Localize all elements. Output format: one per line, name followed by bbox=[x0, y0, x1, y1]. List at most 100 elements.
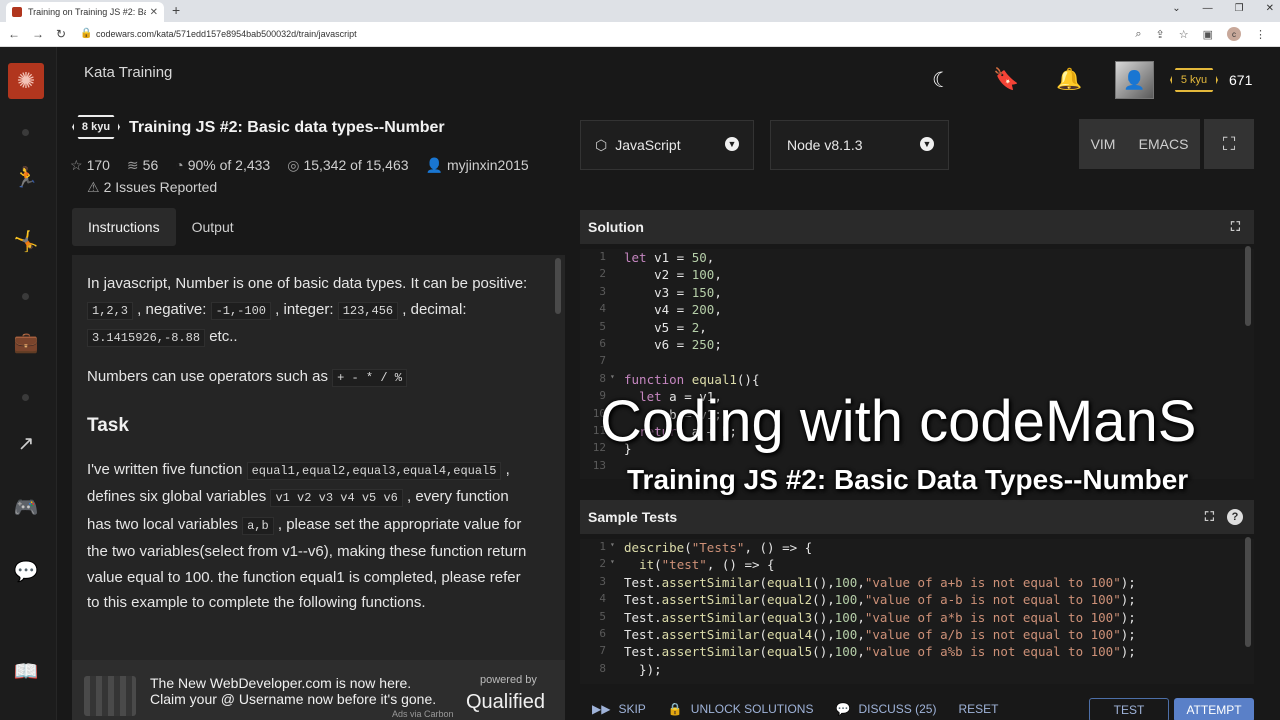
back-icon[interactable]: ← bbox=[8, 27, 20, 41]
discuss-button[interactable]: 💬 DISCUSS (25) bbox=[835, 702, 936, 716]
solution-scrollbar[interactable] bbox=[1245, 246, 1251, 326]
fullscreen-button[interactable]: ⛶ bbox=[1204, 119, 1254, 169]
forward-icon[interactable]: → bbox=[32, 27, 44, 41]
tab-instructions[interactable]: Instructions bbox=[72, 208, 176, 246]
code-line[interactable]: 7 bbox=[580, 354, 1240, 371]
language-value: JavaScript bbox=[615, 137, 681, 153]
code-line[interactable]: 4 Test.assertSimilar(equal2(),100,"value … bbox=[580, 592, 1240, 609]
discuss-label: DISCUSS (25) bbox=[858, 702, 937, 716]
text: etc.. bbox=[205, 328, 238, 345]
code-text: let v1 = 50, bbox=[624, 250, 715, 265]
code-text: }); bbox=[624, 661, 662, 677]
expand-icon[interactable]: ⛶ bbox=[1205, 509, 1214, 525]
language-select[interactable]: ⬡ JavaScript ▼ bbox=[580, 120, 754, 170]
expand-icon[interactable]: ⛶ bbox=[1231, 219, 1240, 235]
chat-icon[interactable]: 💬 bbox=[13, 559, 39, 584]
tab-output[interactable]: Output bbox=[176, 208, 250, 246]
code-line[interactable]: 5 Test.assertSimilar(equal3(),100,"value … bbox=[580, 610, 1240, 627]
fold-toggle-icon[interactable]: ▾ bbox=[610, 540, 615, 549]
reset-button[interactable]: RESET bbox=[958, 702, 998, 716]
new-tab-button[interactable]: + bbox=[172, 2, 180, 18]
close-tab-icon[interactable]: ✕ bbox=[150, 7, 158, 18]
ad-brand-logo[interactable]: Qualified bbox=[466, 691, 545, 714]
sidepanel-icon[interactable]: ▣ bbox=[1203, 28, 1213, 41]
dark-mode-moon-icon[interactable]: ☾ bbox=[932, 68, 951, 93]
user-avatar[interactable]: 👤 bbox=[1115, 61, 1154, 99]
close-window-icon[interactable]: ✕ bbox=[1266, 3, 1274, 14]
author-name[interactable]: myjinxin2015 bbox=[447, 157, 529, 173]
code-line[interactable]: 4 v4 = 200, bbox=[580, 302, 1240, 319]
line-number: 4 bbox=[599, 592, 606, 606]
stars-stat[interactable]: ☆ 170 bbox=[70, 157, 110, 174]
text: I've written five function bbox=[87, 460, 247, 478]
instructions-scrollbar[interactable] bbox=[555, 258, 561, 314]
code-line[interactable]: 6 v6 = 250; bbox=[580, 337, 1240, 354]
code-line[interactable]: 3 Test.assertSimilar(equal1(),100,"value … bbox=[580, 575, 1240, 592]
line-number: 2 bbox=[599, 557, 606, 571]
code-line[interactable]: 8 ▾ function equal1(){ bbox=[580, 372, 1240, 389]
carbon-ad[interactable]: The New WebDeveloper.com is now here. Cl… bbox=[72, 660, 565, 720]
url-field[interactable]: codewars.com/kata/571edd157e8954bab50003… bbox=[96, 29, 357, 39]
issues-reported[interactable]: ⚠ 2 Issues Reported bbox=[87, 179, 217, 196]
attempt-button[interactable]: ATTEMPT bbox=[1174, 698, 1254, 720]
code-line[interactable]: 8 }); bbox=[580, 662, 1240, 679]
ad-credit[interactable]: Ads via Carbon bbox=[392, 709, 454, 719]
nav-buttons: ← → ↻ bbox=[8, 27, 66, 41]
browser-tab[interactable]: Training on Training JS #2: Basic d ✕ bbox=[6, 2, 164, 22]
left-sidebar: ✺ 🏃 🤸 💼 ↗ 🎮 💬 📖 bbox=[0, 47, 57, 720]
tab-search-icon[interactable]: ⌄ bbox=[1172, 3, 1180, 14]
code-line[interactable]: 5 v5 = 2, bbox=[580, 320, 1240, 337]
line-number: 1 bbox=[599, 540, 606, 553]
code-line[interactable]: 2 v2 = 100, bbox=[580, 267, 1240, 284]
fold-toggle-icon[interactable]: ▾ bbox=[610, 372, 615, 381]
unlock-solutions-button[interactable]: 🔒 UNLOCK SOLUTIONS bbox=[668, 702, 814, 716]
sample-tests-title: Sample Tests bbox=[588, 509, 678, 525]
practice-icon[interactable]: 🤸 bbox=[13, 229, 39, 254]
leaderboard-trend-icon[interactable]: ↗ bbox=[13, 431, 39, 456]
ad-image bbox=[84, 676, 136, 716]
instructions-paragraph: In javascript, Number is one of basic da… bbox=[87, 271, 537, 352]
sample-tests-header: Sample Tests ⛶ ? bbox=[580, 500, 1254, 534]
sidebar-separator-dot bbox=[22, 293, 29, 300]
solution-title: Solution bbox=[588, 219, 644, 235]
docs-book-icon[interactable]: 📖 bbox=[13, 659, 39, 684]
code-line[interactable]: 6 Test.assertSimilar(equal4(),100,"value … bbox=[580, 627, 1240, 644]
code-line[interactable]: 2 ▾ it("test", () => { bbox=[580, 557, 1240, 574]
code-line[interactable]: 7 Test.assertSimilar(equal5(),100,"value … bbox=[580, 644, 1240, 661]
ad-text[interactable]: The New WebDeveloper.com is now here. Cl… bbox=[150, 675, 436, 707]
briefcase-icon[interactable]: 💼 bbox=[13, 330, 39, 355]
tests-scrollbar[interactable] bbox=[1245, 537, 1251, 647]
code-text: v4 = 200, bbox=[624, 302, 722, 318]
training-icon[interactable]: 🏃 bbox=[13, 165, 39, 190]
help-icon[interactable]: ? bbox=[1227, 509, 1243, 525]
notifications-bell-icon[interactable]: 🔔 bbox=[1056, 68, 1082, 92]
fold-toggle-icon[interactable]: ▾ bbox=[610, 557, 615, 566]
share-icon[interactable]: ⇪ bbox=[1156, 28, 1165, 41]
instructions-panel: In javascript, Number is one of basic da… bbox=[72, 255, 565, 665]
chevron-down-icon: ▼ bbox=[920, 137, 934, 151]
test-button[interactable]: TEST bbox=[1089, 698, 1169, 720]
discord-icon[interactable]: 🎮 bbox=[13, 495, 39, 520]
zoom-icon[interactable]: ⌕ bbox=[1135, 28, 1141, 41]
code-line[interactable]: 3 v3 = 150, bbox=[580, 285, 1240, 302]
author-stat[interactable]: 👤 myjinxin2015 bbox=[426, 157, 529, 174]
sample-tests-editor[interactable]: 1 ▾ describe("Tests", () => {2 ▾ it("test",… bbox=[580, 539, 1254, 684]
reload-icon[interactable]: ↻ bbox=[56, 27, 66, 41]
kata-title[interactable]: Training JS #2: Basic data types--Number bbox=[129, 119, 445, 137]
minimize-icon[interactable]: — bbox=[1203, 3, 1213, 14]
collections-stat[interactable]: ≋ 56 bbox=[127, 157, 158, 174]
vim-mode-button[interactable]: VIM bbox=[1091, 136, 1116, 152]
lock-icon[interactable]: 🔒 bbox=[80, 28, 92, 39]
collections-count: 56 bbox=[142, 157, 159, 173]
code-line[interactable]: 1 ▾ describe("Tests", () => { bbox=[580, 540, 1240, 557]
skip-button[interactable]: ▶▶ SKIP bbox=[592, 702, 646, 716]
emacs-mode-button[interactable]: EMACS bbox=[1139, 136, 1189, 152]
version-select[interactable]: Node v8.1.3 ▼ bbox=[770, 120, 949, 170]
browser-menu-icon[interactable]: ⋮ bbox=[1255, 28, 1266, 41]
profile-avatar-icon[interactable]: c bbox=[1227, 27, 1241, 41]
codewars-logo-icon[interactable]: ✺ bbox=[8, 63, 44, 99]
maximize-icon[interactable]: ❐ bbox=[1235, 3, 1244, 14]
bookmark-icon[interactable]: 🔖 bbox=[993, 68, 1019, 92]
code-line[interactable]: 1 let v1 = 50, bbox=[580, 250, 1240, 267]
bookmark-star-icon[interactable]: ☆ bbox=[1179, 28, 1189, 41]
